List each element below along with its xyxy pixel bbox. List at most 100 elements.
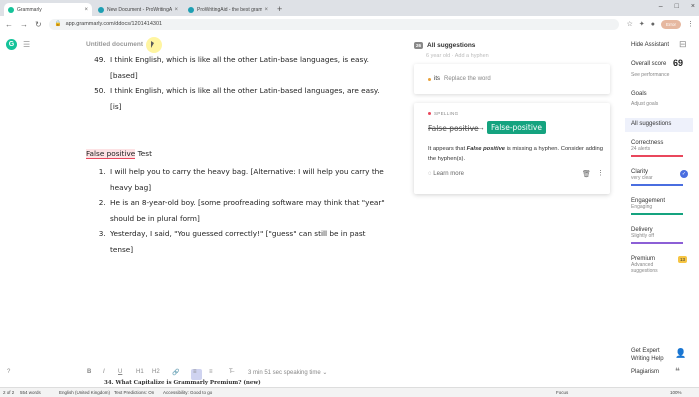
prowritingaid-favicon-icon: [188, 6, 194, 13]
browser-chrome: Grammarly × New Document - ProWritingAid…: [0, 0, 699, 32]
goals-button[interactable]: Goals: [631, 91, 647, 97]
close-tab-icon[interactable]: ×: [84, 7, 88, 13]
address-bar-row: ← → ↻ 🔒 app.grammarly.com/ddocs/12014143…: [0, 16, 699, 32]
clear-format-button[interactable]: T̶: [229, 369, 233, 375]
back-icon[interactable]: ←: [5, 20, 13, 29]
grammarly-app: G ☰ Untitled document I think English, w…: [0, 32, 699, 397]
expert-help-button[interactable]: Get Expert Writing Help: [631, 347, 671, 363]
suggestion-action: Replace the word: [444, 76, 491, 82]
list-item: I will help you to carry the heavy bag. …: [108, 164, 386, 195]
accept-suggestion-button[interactable]: False-positive: [487, 121, 546, 134]
link-icon[interactable]: 🔗: [172, 369, 179, 376]
premium-count-badge: 13: [678, 256, 688, 263]
h1-button[interactable]: H1: [136, 369, 144, 375]
category-bar: [631, 242, 683, 244]
grammarly-logo-icon[interactable]: G: [6, 39, 17, 50]
url-text: app.grammarly.com/ddocs/1201414301: [65, 21, 163, 27]
window-controls: – □ ×: [659, 3, 695, 10]
bookmark-star-icon[interactable]: ☆: [627, 20, 633, 28]
collapsed-suggestion[interactable]: 6 year old · Add a hyphen: [426, 53, 489, 59]
adjust-goals-link[interactable]: Adjust goals: [631, 101, 658, 107]
extensions-icon[interactable]: ✦: [639, 20, 645, 28]
close-tab-icon[interactable]: ×: [264, 7, 268, 13]
list-item: I think English, which is like all the o…: [108, 83, 386, 114]
new-tab-button[interactable]: +: [277, 3, 282, 16]
learn-more-link[interactable]: ◌ Learn more: [428, 171, 464, 177]
category-sub: very clear: [631, 175, 653, 181]
more-options-icon[interactable]: ⋮: [597, 169, 604, 177]
suggestions-panel: 26 All suggestions 6 year old · Add a hy…: [414, 40, 614, 340]
plagiarism-icon: ❝: [675, 366, 680, 376]
suggestion-category: SPELLING: [428, 111, 458, 116]
h2-button[interactable]: H2: [152, 369, 160, 375]
speaking-time[interactable]: 3 min 51 sec speaking time ⌄: [248, 369, 327, 376]
collapse-icon[interactable]: ⊟: [679, 39, 687, 50]
word-count[interactable]: 554 words: [20, 390, 41, 395]
overall-score-label[interactable]: Overall score: [631, 61, 666, 67]
grammarly-ext-icon[interactable]: ●: [651, 21, 655, 28]
suggestions-header: 26 All suggestions: [414, 42, 475, 49]
category-bar: [631, 155, 683, 157]
browser-menu-icon[interactable]: ⋮: [687, 20, 694, 28]
list-item: He is an 8-year-old boy. [some proofread…: [108, 195, 386, 226]
learn-more-label: Learn more: [433, 171, 464, 177]
category-delivery[interactable]: Delivery Slightly off: [631, 227, 683, 244]
close-window-icon[interactable]: ×: [691, 3, 695, 10]
all-suggestions-tab[interactable]: All suggestions: [625, 118, 693, 132]
section-heading: False positive Test: [86, 146, 152, 162]
expert-person-icon: 👤: [675, 348, 687, 358]
italic-button[interactable]: I: [103, 369, 105, 375]
category-clarity[interactable]: Clarity very clear ✓: [631, 169, 688, 186]
accessibility[interactable]: Accessibility: Good to go: [163, 390, 212, 395]
suggestion-card[interactable]: its Replace the word: [414, 64, 610, 94]
expanded-suggestion-card[interactable]: SPELLING False positive → False-positive…: [414, 103, 610, 194]
heading-rest: Test: [135, 149, 152, 158]
tab-prowritingaid-site[interactable]: ProWritingAid - the best gramm... ×: [184, 3, 272, 16]
alert-dot-icon: [428, 78, 431, 81]
document-title[interactable]: Untitled document: [86, 41, 143, 48]
close-tab-icon[interactable]: ×: [174, 7, 178, 13]
profile-button[interactable]: Error: [661, 19, 681, 29]
underline-button[interactable]: U: [118, 369, 122, 375]
text-predictions[interactable]: Text Predictions: On: [114, 390, 154, 395]
partial-text: 34. What Capitalize is Grammarly Premium…: [104, 380, 261, 386]
tab-bar: Grammarly × New Document - ProWritingAid…: [0, 0, 699, 16]
help-icon[interactable]: ?: [7, 369, 10, 375]
numbered-list: I think English, which is like all the o…: [86, 52, 386, 114]
prowritingaid-favicon-icon: [98, 6, 104, 13]
category-engagement[interactable]: Engagement Engaging: [631, 198, 683, 215]
arrow-right-icon: →: [477, 123, 485, 132]
category-premium[interactable]: Premium Advanced suggestions 13: [631, 256, 688, 274]
dismiss-trash-icon[interactable]: 🗑: [582, 170, 591, 178]
see-performance-link[interactable]: See performance: [631, 72, 669, 78]
category-bar: [631, 184, 683, 186]
lock-icon: 🔒: [54, 21, 62, 27]
check-icon: ✓: [680, 170, 688, 178]
forward-icon[interactable]: →: [20, 20, 28, 29]
grammarly-favicon-icon: [8, 6, 14, 13]
suggestion-explanation: It appears that False positive is missin…: [428, 145, 603, 164]
url-field[interactable]: 🔒 app.grammarly.com/ddocs/1201414301: [48, 18, 619, 30]
list-item: I think English, which is like all the o…: [108, 52, 386, 83]
minimize-icon[interactable]: –: [659, 3, 663, 10]
reload-icon[interactable]: ↻: [35, 20, 42, 29]
tab-prowritingaid-doc[interactable]: New Document - ProWritingAid ×: [94, 3, 182, 16]
expl-term: False positive: [466, 146, 506, 152]
focus-mode[interactable]: Focus: [556, 390, 568, 395]
bold-button[interactable]: B: [87, 369, 91, 375]
menu-icon[interactable]: ☰: [23, 40, 30, 49]
word-status-bar: 2 of 2 554 words English (United Kingdom…: [0, 387, 699, 397]
zoom-level[interactable]: 100%: [670, 390, 682, 395]
tab-grammarly[interactable]: Grammarly ×: [4, 3, 92, 16]
category-sub: 24 alerts: [631, 146, 651, 152]
overall-score-value: 69: [673, 58, 684, 68]
bullet-list-button[interactable]: ≡: [209, 369, 213, 375]
category-correctness[interactable]: Correctness 24 alerts: [631, 140, 683, 157]
hide-assistant-button[interactable]: Hide Assistant: [631, 42, 669, 48]
assistant-sidebar: Hide Assistant ⊟ Overall score 69 See pe…: [625, 32, 699, 387]
language[interactable]: English (United Kingdom): [59, 390, 110, 395]
plagiarism-button[interactable]: Plagiarism: [631, 369, 659, 375]
ordered-list-icon: ≡: [193, 369, 197, 375]
flagged-text[interactable]: False positive: [86, 149, 136, 159]
maximize-icon[interactable]: □: [675, 3, 679, 10]
